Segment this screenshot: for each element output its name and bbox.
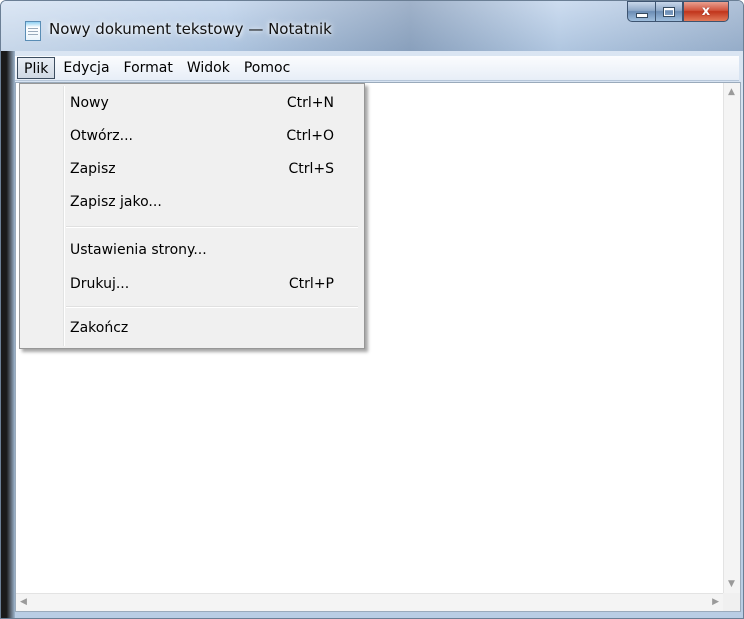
scroll-right-icon[interactable]: ▶ (712, 597, 719, 607)
window-title: Nowy dokument tekstowy — Notatnik (49, 20, 332, 38)
scroll-left-icon[interactable]: ◀ (20, 597, 27, 607)
menu-separator (66, 306, 358, 308)
caption-buttons: x (627, 1, 729, 22)
menu-item-shortcut: Ctrl+O (286, 128, 334, 144)
window-left-border (1, 51, 15, 618)
scroll-up-icon[interactable]: ▲ (728, 87, 735, 97)
close-button[interactable]: x (683, 1, 729, 22)
minimize-button[interactable] (627, 1, 655, 22)
menu-item-shortcut: Ctrl+S (288, 161, 334, 177)
menu-item-nowy[interactable]: Nowy Ctrl+N (22, 89, 362, 117)
menu-item-zakoncz[interactable]: Zakończ (22, 314, 362, 342)
menu-item-shortcut: Ctrl+N (286, 95, 334, 111)
menu-item-label: Ustawienia strony... (70, 242, 207, 258)
menu-item-label: Drukuj... (70, 276, 130, 292)
menu-plik[interactable]: Plik (17, 57, 56, 79)
vertical-scrollbar[interactable]: ▲ ▼ (723, 83, 740, 593)
menu-item-label: Nowy (70, 95, 109, 111)
notepad-window: Nowy dokument tekstowy — Notatnik x Plik… (0, 0, 744, 619)
resize-grip[interactable] (723, 593, 740, 611)
maximize-button[interactable] (655, 1, 683, 22)
scroll-down-icon[interactable]: ▼ (728, 579, 735, 589)
menu-widok[interactable]: Widok (181, 57, 236, 79)
menu-separator (66, 226, 358, 228)
menu-item-label: Otwórz... (70, 128, 133, 144)
menu-item-label: Zakończ (70, 320, 129, 336)
menu-item-label: Zapisz (70, 161, 116, 177)
menu-item-shortcut: Ctrl+P (288, 276, 334, 292)
menu-edycja[interactable]: Edycja (57, 57, 115, 79)
menu-item-drukuj[interactable]: Drukuj... Ctrl+P (22, 270, 362, 298)
menu-item-label: Zapisz jako... (70, 194, 162, 210)
file-menu-dropdown: Nowy Ctrl+N Otwórz... Ctrl+O Zapisz Ctrl… (19, 83, 365, 349)
menu-bar: Plik Edycja Format Widok Pomoc (15, 56, 739, 81)
menu-item-zapisz-jako[interactable]: Zapisz jako... (22, 188, 362, 216)
menu-pomoc[interactable]: Pomoc (238, 57, 296, 79)
menu-item-zapisz[interactable]: Zapisz Ctrl+S (22, 155, 362, 183)
minimize-icon (635, 13, 648, 18)
close-icon: x (701, 4, 711, 19)
notepad-app-icon[interactable] (25, 21, 41, 41)
menu-item-otworz[interactable]: Otwórz... Ctrl+O (22, 122, 362, 150)
maximize-icon (663, 6, 675, 17)
horizontal-scrollbar[interactable]: ◀ ▶ (16, 593, 723, 611)
title-bar[interactable]: Nowy dokument tekstowy — Notatnik x (1, 1, 743, 51)
menu-item-ustawienia-strony[interactable]: Ustawienia strony... (22, 236, 362, 264)
menu-format[interactable]: Format (118, 57, 179, 79)
